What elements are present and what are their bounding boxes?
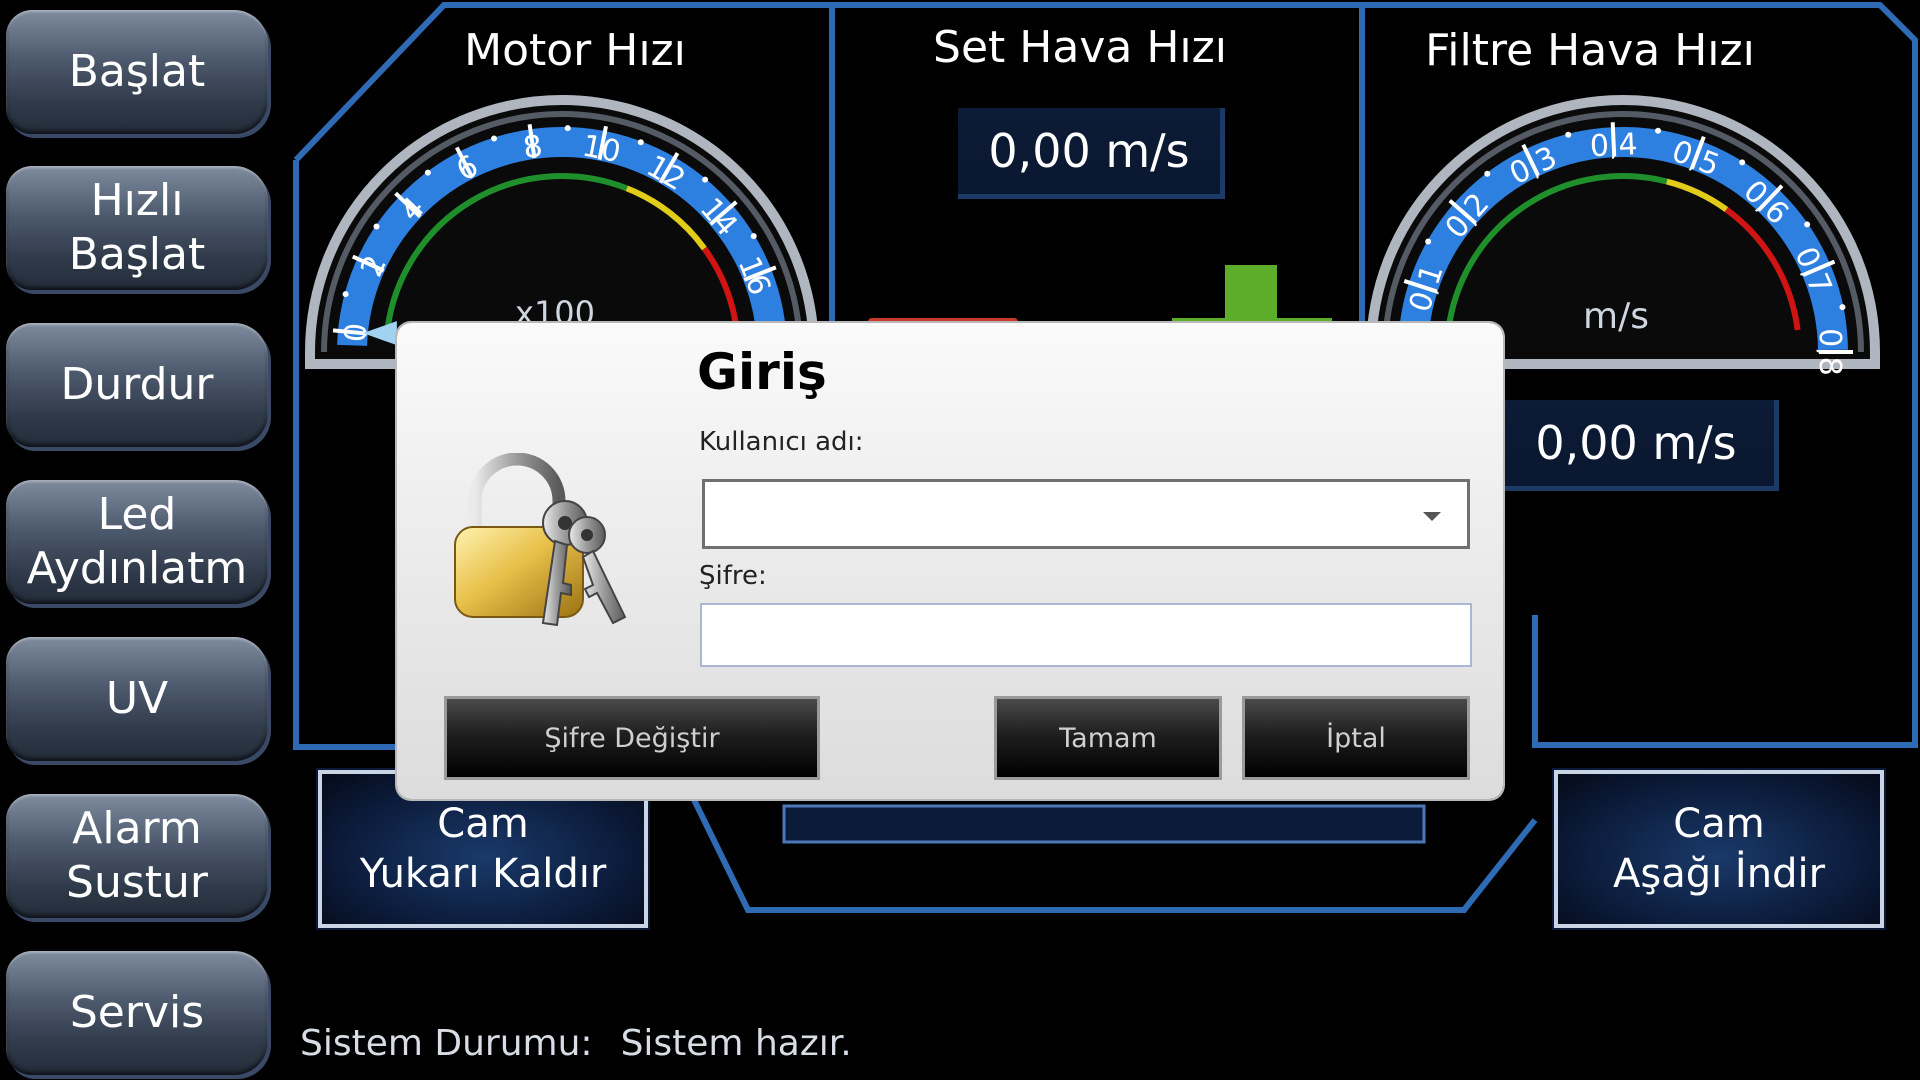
system-status-value: Sistem hazır. <box>620 1023 852 1064</box>
password-input[interactable] <box>700 603 1472 667</box>
gauge-minor-tick <box>637 139 644 146</box>
chevron-down-icon[interactable] <box>1423 512 1441 521</box>
alarm-silence-button[interactable]: Alarm Sustur <box>6 794 268 918</box>
gauge-minor-tick <box>424 169 431 176</box>
stop-button[interactable]: Durdur <box>6 323 268 447</box>
filter-gauge-unit: m/s <box>1583 296 1649 337</box>
change-password-button[interactable]: Şifre Değiştir <box>444 696 820 780</box>
led-lighting-button[interactable]: Led Aydınlatm <box>6 480 268 604</box>
gauge-minor-tick <box>750 233 757 240</box>
app-root: 0 2 4 6 8 10 12 14 16 0,1 0,2 0,3 0,4 0,5 0,6 0,7 0,8 B… <box>0 0 1920 1080</box>
gauge-minor-tick <box>1739 159 1746 166</box>
ok-button[interactable]: Tamam <box>994 696 1222 780</box>
start-button[interactable]: Başlat <box>6 10 268 134</box>
lock-keys-icon <box>454 453 627 627</box>
progress-bar <box>782 804 1426 844</box>
gauge-tick-label: 0,4 <box>1589 127 1638 164</box>
filter-air-speed-title: Filtre Hava Hızı <box>1425 25 1755 76</box>
cancel-button[interactable]: İptal <box>1242 696 1470 780</box>
gauge-minor-tick <box>373 223 380 230</box>
quick-start-button[interactable]: Hızlı Başlat <box>6 166 268 290</box>
motor-speed-title: Motor Hızı <box>464 25 686 76</box>
set-air-speed-readout: 0,00 m/s <box>958 108 1225 199</box>
login-dialog: Giriş Kullanıcı adı: Şifre: Şifre Değişt… <box>397 323 1503 799</box>
filter-air-speed-readout: 0,00 m/s <box>1498 400 1779 491</box>
username-label: Kullanıcı adı: <box>699 427 864 457</box>
gauge-minor-tick <box>1839 304 1846 311</box>
service-button[interactable]: Servis <box>6 951 268 1075</box>
gauge-minor-tick <box>564 125 571 132</box>
gauge-tick-label: 10 <box>579 128 623 170</box>
gauge-minor-tick <box>1565 131 1572 138</box>
gauge-minor-tick <box>1425 238 1432 245</box>
gauge-minor-tick <box>491 135 498 142</box>
gauge-minor-tick <box>1484 170 1491 177</box>
gauge-minor-tick <box>702 176 709 183</box>
gauge-minor-tick <box>1804 221 1811 228</box>
gauge-minor-tick <box>1655 127 1662 134</box>
increase-button-arm <box>1225 265 1277 325</box>
system-status-label: Sistem Durumu: <box>300 1023 593 1064</box>
system-status: Sistem Durumu: Sistem hazır. <box>300 1023 880 1064</box>
dialog-title: Giriş <box>697 343 827 401</box>
username-dropdown[interactable] <box>702 479 1470 549</box>
uv-button[interactable]: UV <box>6 637 268 761</box>
set-air-speed-title: Set Hava Hızı <box>933 22 1227 73</box>
password-label: Şifre: <box>699 561 767 591</box>
glass-down-button[interactable]: Cam Aşağı İndir <box>1552 768 1886 930</box>
gauge-tick-label: 0,8 <box>1812 328 1847 376</box>
gauge-minor-tick <box>342 291 349 298</box>
